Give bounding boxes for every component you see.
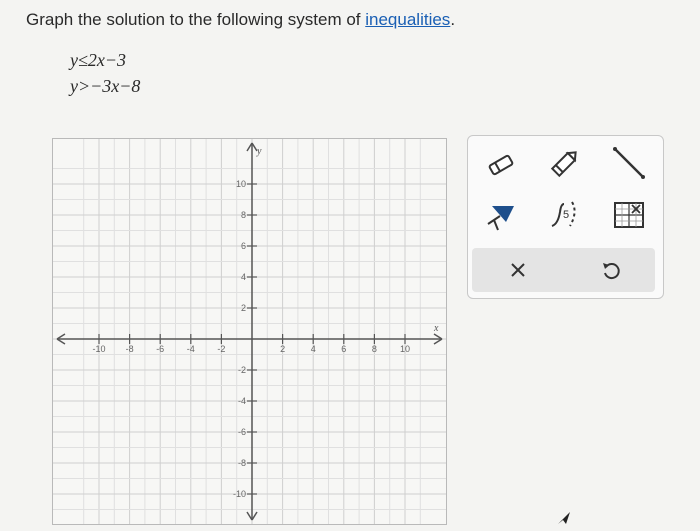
prompt-text: Graph the solution to the following syst… — [26, 10, 366, 29]
graphing-toolbox: 5 — [467, 135, 664, 299]
y-tick-label: 6 — [241, 241, 246, 251]
y-tick-label: -4 — [238, 396, 246, 406]
grid-options-tool[interactable] — [612, 198, 646, 232]
x-tick-label: -8 — [126, 344, 134, 354]
x-axis-label: x — [433, 323, 439, 334]
eraser-tool[interactable] — [484, 148, 518, 182]
mouse-pointer-icon — [558, 512, 572, 531]
grid-x-icon — [614, 202, 644, 228]
dashed-curve-icon: 5 — [551, 201, 576, 227]
y-tick-label: 10 — [236, 179, 246, 189]
x-tick-label: -2 — [217, 344, 225, 354]
diagonal-line-icon — [613, 147, 645, 179]
eraser-icon — [488, 154, 514, 176]
y-tick-label: -6 — [238, 427, 246, 437]
prompt-period: . — [450, 10, 456, 29]
y-tick-label: -2 — [238, 365, 246, 375]
question-prompt: Graph the solution to the following syst… — [26, 10, 455, 30]
shade-region-tool[interactable] — [484, 198, 518, 232]
coordinate-grid[interactable]: -10 -8 -6 -4 -2 2 4 6 8 10 10 8 6 4 2 -2 -4 -6 -8 -10 x y — [53, 139, 446, 524]
inequality-2: y>−3x−8 — [70, 76, 141, 96]
inequality-1: y≤2x−3 — [70, 50, 127, 70]
dashed-line-tool[interactable]: 5 — [548, 198, 582, 232]
x-tick-label: 4 — [311, 344, 316, 354]
undo-icon — [603, 263, 620, 280]
y-axis-label: y — [256, 146, 262, 157]
y-tick-label: 2 — [241, 303, 246, 313]
solid-line-tool[interactable] — [548, 146, 582, 180]
inequalities-link[interactable]: inequalities — [365, 10, 450, 29]
paint-bucket-icon — [487, 206, 514, 231]
clear-button[interactable] — [501, 253, 535, 287]
x-tick-label: 8 — [372, 344, 377, 354]
x-tick-label: 2 — [280, 344, 285, 354]
x-tick-label: 10 — [400, 344, 410, 354]
svg-text:5: 5 — [563, 209, 569, 221]
x-tick-label: -6 — [156, 344, 164, 354]
x-tick-label: -10 — [92, 344, 105, 354]
x-tick-label: -4 — [187, 344, 195, 354]
x-tick-label: 6 — [341, 344, 346, 354]
y-tick-label: -8 — [238, 458, 246, 468]
pencil-icon — [550, 151, 577, 178]
line-segment-tool[interactable] — [612, 146, 646, 180]
y-tick-label: 4 — [241, 272, 246, 282]
y-tick-label: -10 — [233, 489, 246, 499]
y-tick-label: 8 — [241, 210, 246, 220]
undo-button[interactable] — [594, 253, 628, 287]
graph-area[interactable]: -10 -8 -6 -4 -2 2 4 6 8 10 10 8 6 4 2 -2 -4 -6 -8 -10 x y — [52, 138, 447, 525]
close-icon — [511, 263, 525, 277]
action-bar — [472, 248, 655, 292]
